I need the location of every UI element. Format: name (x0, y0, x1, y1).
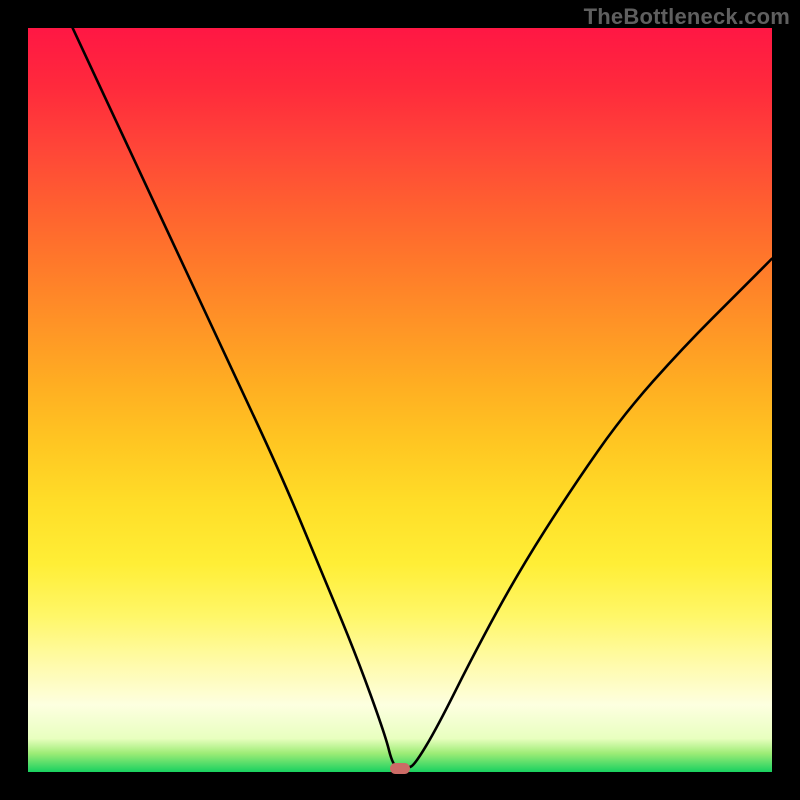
watermark-text: TheBottleneck.com (584, 4, 790, 30)
optimal-marker (390, 763, 410, 774)
chart-frame: TheBottleneck.com (0, 0, 800, 800)
plot-area (28, 28, 772, 772)
curve-path (73, 28, 772, 768)
bottleneck-curve (28, 28, 772, 772)
